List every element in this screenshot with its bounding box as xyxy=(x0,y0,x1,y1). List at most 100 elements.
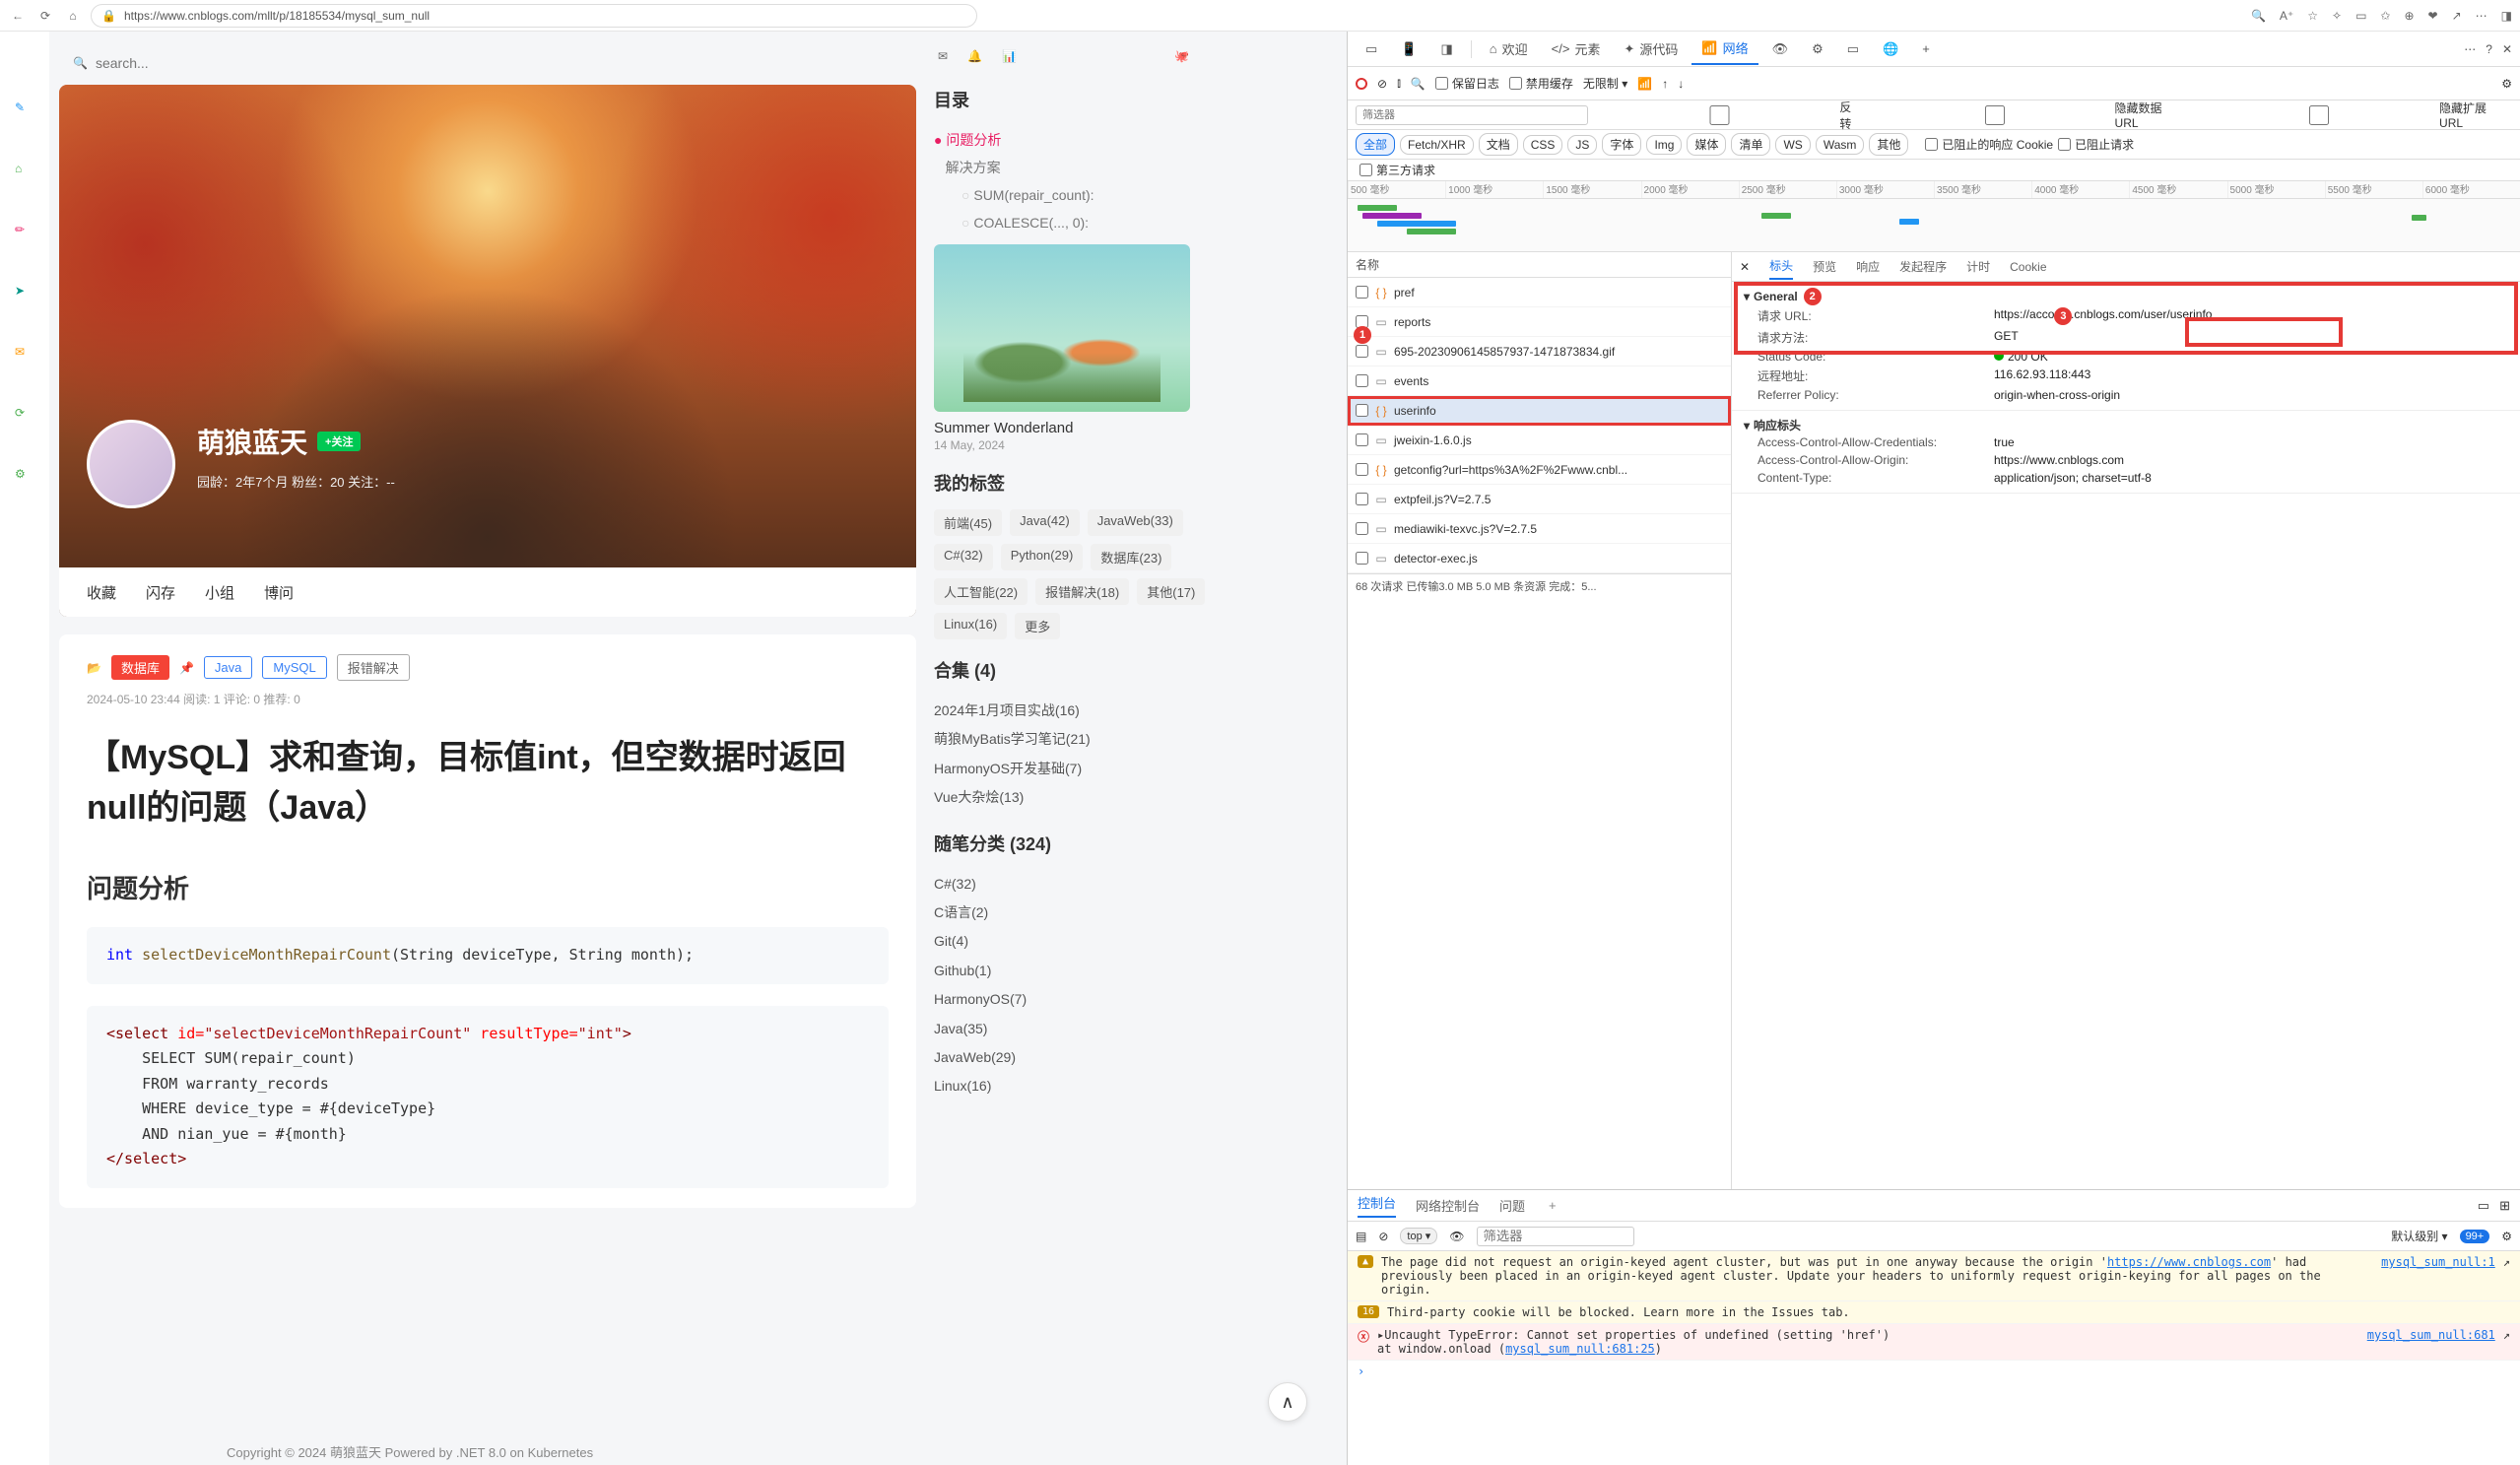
tab-plus[interactable]: + xyxy=(1912,35,1940,62)
tab-network[interactable]: 📶 网络 xyxy=(1691,33,1757,65)
cat-item[interactable]: 萌狼MyBatis学习笔记(21) xyxy=(934,725,1239,754)
tag-item[interactable]: 更多 xyxy=(1015,613,1060,639)
no-cache-checkbox[interactable]: 禁用缓存 xyxy=(1509,75,1573,92)
cat-item[interactable]: C#(32) xyxy=(934,870,1239,899)
issues-tab[interactable]: 问题 xyxy=(1499,1196,1525,1215)
row-checkbox[interactable] xyxy=(1356,404,1368,417)
cat-item[interactable]: Linux(16) xyxy=(934,1072,1239,1100)
detail-tab-preview[interactable]: 预览 xyxy=(1813,254,1836,279)
follow-button[interactable]: +关注 xyxy=(317,432,361,451)
rail-blog-icon[interactable]: ✎ xyxy=(15,100,34,120)
type-filter[interactable]: 字体 xyxy=(1602,133,1641,156)
row-checkbox[interactable] xyxy=(1356,463,1368,476)
msg1-source-link[interactable]: mysql_sum_null:1 xyxy=(2381,1255,2495,1269)
chip-database[interactable]: 数据库 xyxy=(111,655,169,680)
download-icon[interactable]: ↓ xyxy=(1678,77,1684,91)
rail-gear-icon[interactable]: ⚙ xyxy=(15,467,34,487)
search-input[interactable] xyxy=(96,55,391,71)
collections-icon[interactable]: ▭ xyxy=(2355,9,2366,23)
tab-flash[interactable]: 闪存 xyxy=(146,582,175,603)
blocked-req-checkbox[interactable]: 已阻止请求 xyxy=(2058,136,2134,153)
share-icon[interactable]: ↗ xyxy=(2452,9,2462,23)
favorites-icon[interactable]: ✩ xyxy=(2380,9,2390,23)
external-icon[interactable]: ↗ xyxy=(2503,1255,2510,1269)
request-row[interactable]: { }pref xyxy=(1348,278,1731,307)
detail-tab-cookie[interactable]: Cookie xyxy=(2010,256,2046,278)
third-party-checkbox[interactable]: 第三方请求 xyxy=(1359,162,1435,178)
tab-welcome[interactable]: ⌂ 欢迎 xyxy=(1480,33,1538,64)
sidebar-toggle-icon[interactable]: ◨ xyxy=(2501,9,2512,23)
blocked-cookie-checkbox[interactable]: 已阻止的响应 Cookie xyxy=(1925,136,2053,153)
add-tab-button[interactable]: + xyxy=(1549,1198,1557,1213)
type-filter[interactable]: JS xyxy=(1567,135,1597,155)
detail-tab-headers[interactable]: 标头 xyxy=(1769,253,1793,280)
external-icon[interactable]: ↗ xyxy=(2503,1328,2510,1342)
detail-tab-response[interactable]: 响应 xyxy=(1856,254,1880,279)
console-prompt[interactable]: › xyxy=(1348,1361,2520,1382)
network-console-tab[interactable]: 网络控制台 xyxy=(1416,1196,1480,1215)
tag-item[interactable]: JavaWeb(33) xyxy=(1088,509,1183,536)
request-row[interactable]: { }userinfo xyxy=(1348,396,1731,426)
extensions-icon[interactable]: ✧ xyxy=(2332,9,2342,23)
device-icon[interactable]: 📱 xyxy=(1391,35,1426,63)
reverse-checkbox[interactable]: 反转 xyxy=(1604,99,1863,132)
type-filter[interactable]: Fetch/XHR xyxy=(1400,135,1474,155)
star-icon[interactable]: ☆ xyxy=(2307,9,2318,23)
type-filter[interactable]: Wasm xyxy=(1816,135,1865,155)
tag-item[interactable]: Python(29) xyxy=(1001,544,1084,570)
request-row[interactable]: ▭detector-exec.js xyxy=(1348,544,1731,573)
tag-item[interactable]: 报错解决(18) xyxy=(1035,578,1129,605)
console-filter-input[interactable] xyxy=(1477,1227,1634,1246)
tab-sources[interactable]: ✦ 源代码 xyxy=(1614,33,1688,64)
tab-elements[interactable]: </> 元素 xyxy=(1542,33,1611,64)
general-section[interactable]: ▾ General 2 xyxy=(1744,288,2508,305)
toc-item-1[interactable]: ● 问题分析 xyxy=(934,126,1239,154)
rail-rss-icon[interactable]: ⟳ xyxy=(15,406,34,426)
detail-tab-timing[interactable]: 计时 xyxy=(1966,254,1990,279)
chip-mysql[interactable]: MySQL xyxy=(262,656,326,679)
tab-performance[interactable]: 👁 xyxy=(1762,35,1799,63)
wifi-icon[interactable]: 📶 xyxy=(1637,77,1652,91)
chip-tag[interactable]: 报错解决 xyxy=(337,654,410,681)
request-row[interactable]: ▭jweixin-1.6.0.js xyxy=(1348,426,1731,455)
back-button[interactable]: ← xyxy=(8,6,28,26)
record-button[interactable] xyxy=(1356,78,1367,90)
chip-java[interactable]: Java xyxy=(204,656,252,679)
throttling-select[interactable]: 无限制 ▾ xyxy=(1583,75,1627,92)
type-filter[interactable]: 媒体 xyxy=(1687,133,1726,156)
issue-count[interactable]: 99+ xyxy=(2460,1230,2490,1243)
context-select[interactable]: top ▾ xyxy=(1400,1228,1437,1244)
type-filter[interactable]: WS xyxy=(1775,135,1810,155)
level-select[interactable]: 默认级别 ▾ xyxy=(2391,1228,2447,1244)
tag-item[interactable]: 人工智能(22) xyxy=(934,578,1028,605)
cat-item[interactable]: 2024年1月项目实战(16) xyxy=(934,697,1239,725)
zoom-icon[interactable]: 🔍 xyxy=(2251,9,2266,23)
cat-item[interactable]: Vue大杂烩(13) xyxy=(934,783,1239,812)
devtools-close-icon[interactable]: ✕ xyxy=(2502,42,2512,56)
tag-item[interactable]: 数据库(23) xyxy=(1091,544,1171,570)
row-checkbox[interactable] xyxy=(1356,522,1368,535)
devtools-help-icon[interactable]: ? xyxy=(2486,42,2492,56)
scroll-top-button[interactable]: ∧ xyxy=(1268,1382,1307,1422)
console-dock-icon[interactable]: ▭ xyxy=(2478,1198,2489,1214)
console-tab[interactable]: 控制台 xyxy=(1358,1193,1396,1218)
mail-icon[interactable]: ✉ xyxy=(938,49,948,63)
cat-item[interactable]: Github(1) xyxy=(934,957,1239,985)
tab-question[interactable]: 博问 xyxy=(264,582,294,603)
github-icon[interactable]: 🐙 xyxy=(1174,49,1189,63)
live-expr-icon[interactable]: 👁 xyxy=(1449,1230,1464,1243)
more-icon[interactable]: ⋯ xyxy=(2476,9,2487,23)
type-filter[interactable]: Img xyxy=(1646,135,1682,155)
filter-icon[interactable]: ⫾ xyxy=(1397,76,1401,91)
home-button[interactable]: ⌂ xyxy=(63,6,83,26)
detail-close-icon[interactable]: ✕ xyxy=(1740,260,1750,274)
bell-icon[interactable]: 🔔 xyxy=(967,49,982,63)
console-settings-icon[interactable]: ⚙ xyxy=(2501,1230,2512,1243)
cat-item[interactable]: Git(4) xyxy=(934,927,1239,956)
row-checkbox[interactable] xyxy=(1356,286,1368,299)
rail-edit-icon[interactable]: ✏ xyxy=(15,223,34,242)
devtools-more-icon[interactable]: ⋯ xyxy=(2464,42,2476,56)
stats-icon[interactable]: 📊 xyxy=(1002,49,1017,63)
upload-icon[interactable]: ↑ xyxy=(1662,77,1668,91)
tag-item[interactable]: Linux(16) xyxy=(934,613,1007,639)
